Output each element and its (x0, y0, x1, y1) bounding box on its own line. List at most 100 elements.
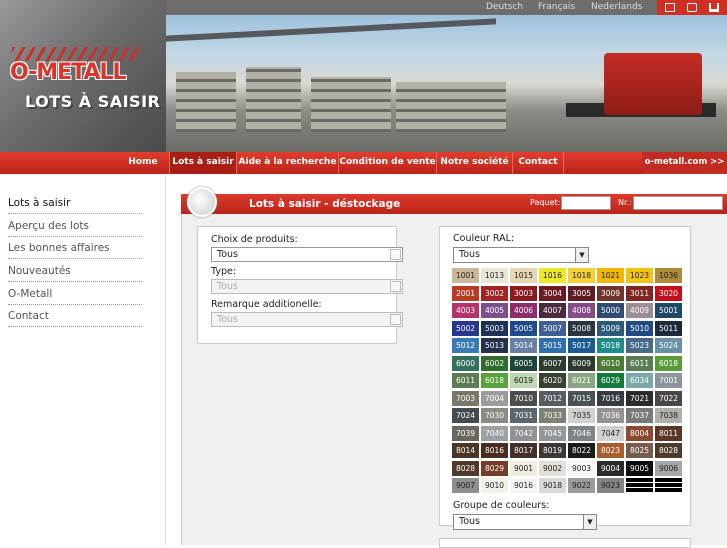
type-select[interactable]: Tous (211, 279, 403, 294)
ral-swatch[interactable]: 5023 (626, 338, 653, 353)
ral-swatch[interactable]: 3009 (597, 285, 624, 301)
ral-swatch[interactable]: 7003 (452, 390, 479, 406)
ral-swatch[interactable] (626, 478, 653, 493)
ral-swatch[interactable]: 7001 (655, 373, 682, 388)
ral-swatch[interactable]: 6010 (597, 355, 624, 371)
ral-swatch[interactable]: 1013 (481, 268, 508, 283)
ral-swatch[interactable]: 8011 (655, 425, 682, 441)
ral-swatch[interactable]: 6011 (452, 373, 479, 388)
nav-lots-a-saisir[interactable]: Lots à saisir (169, 152, 236, 174)
ral-select[interactable]: Tous ▼ (453, 247, 589, 263)
ral-swatch[interactable]: 6021 (568, 373, 595, 388)
ral-swatch[interactable]: 9005 (626, 460, 653, 476)
ral-swatch[interactable]: 7031 (510, 408, 537, 423)
ral-swatch[interactable]: 9006 (655, 460, 682, 476)
nav-home[interactable]: Home (117, 152, 169, 174)
ral-swatch[interactable]: 5014 (510, 338, 537, 353)
ral-swatch[interactable]: 1015 (510, 268, 537, 283)
sitemap-icon[interactable] (709, 3, 719, 12)
ral-swatch[interactable]: 7039 (452, 425, 479, 441)
ral-swatch[interactable]: 3020 (655, 285, 682, 301)
ral-swatch[interactable]: 7038 (655, 408, 682, 423)
ral-swatch[interactable]: 8014 (452, 443, 479, 458)
ral-swatch[interactable]: 7016 (597, 390, 624, 406)
ral-swatch[interactable]: 4007 (539, 303, 566, 318)
sidebar-item-lots-a-saisir[interactable]: Lots à saisir (8, 194, 142, 214)
logo-area[interactable]: O-METALL LOTS À SAISIR (0, 0, 166, 152)
lang-francais-link[interactable]: Français (538, 2, 575, 12)
ral-swatch[interactable]: 8023 (597, 443, 624, 458)
ral-swatch[interactable]: 8019 (539, 443, 566, 458)
ral-swatch[interactable]: 8017 (510, 443, 537, 458)
ral-swatch[interactable]: 5003 (481, 320, 508, 336)
ral-swatch[interactable]: 1036 (655, 268, 682, 283)
ral-swatch[interactable]: 1016 (539, 268, 566, 283)
ral-swatch[interactable]: 7022 (655, 390, 682, 406)
nr-input[interactable] (633, 196, 723, 210)
ral-swatch[interactable]: 1001 (452, 268, 479, 283)
nav-notre-societe[interactable]: Notre société (436, 152, 512, 174)
ral-swatch[interactable]: 5015 (539, 338, 566, 353)
sidebar-item-nouveautes[interactable]: Nouveautés (8, 262, 142, 282)
ral-swatch[interactable]: 3004 (539, 285, 566, 301)
print-icon[interactable] (687, 3, 697, 12)
ral-swatch[interactable]: 6009 (568, 355, 595, 371)
ral-swatch[interactable]: 6011 (626, 355, 653, 371)
ral-swatch[interactable]: 9001 (510, 460, 537, 476)
ral-swatch[interactable]: 8025 (626, 443, 653, 458)
ral-swatch[interactable]: 8028 (452, 460, 479, 476)
ral-swatch[interactable]: 6000 (452, 355, 479, 371)
ral-swatch[interactable]: 5005 (510, 320, 537, 336)
ral-swatch[interactable]: 5018 (597, 338, 624, 353)
ral-swatch[interactable]: 4008 (568, 303, 595, 318)
ral-swatch[interactable]: 7037 (626, 408, 653, 423)
ral-swatch[interactable]: 5017 (568, 338, 595, 353)
ral-swatch[interactable]: 5001 (655, 303, 682, 318)
sidebar-item-bonnes-affaires[interactable]: Les bonnes affaires (8, 239, 142, 259)
ral-swatch[interactable]: 6007 (539, 355, 566, 371)
ral-swatch[interactable]: 6019 (510, 373, 537, 388)
ral-swatch[interactable]: 7036 (597, 408, 624, 423)
remark-select[interactable]: Tous (211, 312, 403, 327)
ral-swatch[interactable]: 9002 (539, 460, 566, 476)
ral-swatch[interactable]: 8016 (481, 443, 508, 458)
ral-swatch[interactable]: 1023 (626, 268, 653, 283)
ral-swatch[interactable]: 6018 (655, 355, 682, 371)
ral-swatch[interactable]: 6020 (539, 373, 566, 388)
group-select[interactable]: Tous ▼ (453, 514, 597, 530)
ral-swatch[interactable]: 6005 (510, 355, 537, 371)
ral-swatch[interactable]: 4003 (452, 303, 479, 318)
ral-swatch[interactable] (655, 478, 682, 493)
ral-swatch[interactable]: 8004 (626, 425, 653, 441)
ral-swatch[interactable]: 9007 (452, 478, 479, 493)
ral-swatch[interactable]: 5008 (568, 320, 595, 336)
ral-swatch[interactable]: 8029 (481, 460, 508, 476)
ral-swatch[interactable]: 7004 (481, 390, 508, 406)
ral-swatch[interactable]: 5011 (655, 320, 682, 336)
sidebar-item-contact[interactable]: Contact (8, 307, 142, 327)
ral-swatch[interactable]: 9022 (568, 478, 595, 493)
nav-contact[interactable]: Contact (512, 152, 564, 174)
ral-swatch[interactable]: 4005 (481, 303, 508, 318)
ral-swatch[interactable]: 4006 (510, 303, 537, 318)
ral-swatch[interactable]: 5007 (539, 320, 566, 336)
lang-deutsch-link[interactable]: Deutsch (486, 2, 523, 12)
ral-swatch[interactable]: 5002 (452, 320, 479, 336)
ral-swatch[interactable]: 2001 (452, 285, 479, 301)
ral-swatch[interactable]: 7042 (510, 425, 537, 441)
sidebar-item-apercu[interactable]: Aperçu des lots (8, 217, 142, 237)
ral-swatch[interactable]: 9004 (597, 460, 624, 476)
ral-swatch[interactable]: 5024 (655, 338, 682, 353)
sidebar-item-o-metall[interactable]: O-Metall (8, 285, 142, 305)
ral-swatch[interactable]: 9018 (539, 478, 566, 493)
ral-swatch[interactable]: 1021 (597, 268, 624, 283)
ral-swatch[interactable]: 6002 (481, 355, 508, 371)
ral-swatch[interactable]: 3005 (568, 285, 595, 301)
ral-swatch[interactable]: 4009 (626, 303, 653, 318)
ral-swatch[interactable]: 9003 (568, 460, 595, 476)
ral-swatch[interactable]: 7015 (568, 390, 595, 406)
ral-swatch[interactable]: 7040 (481, 425, 508, 441)
ral-swatch[interactable]: 3002 (481, 285, 508, 301)
ral-swatch[interactable]: 5012 (452, 338, 479, 353)
ral-swatch[interactable]: 1018 (568, 268, 595, 283)
